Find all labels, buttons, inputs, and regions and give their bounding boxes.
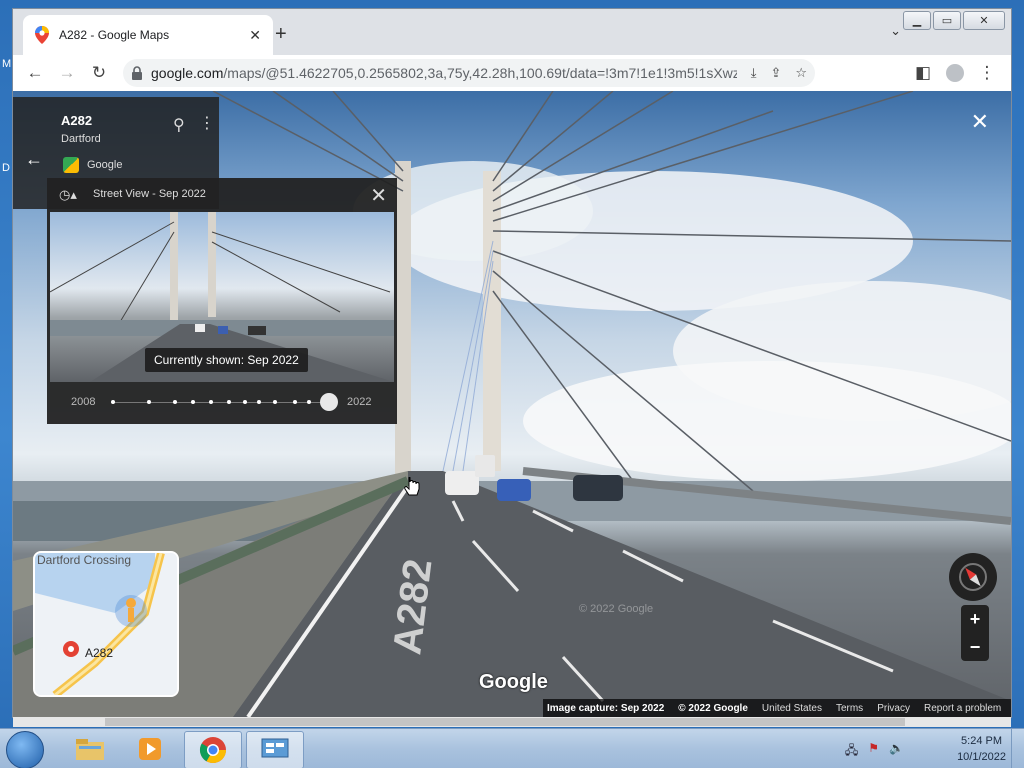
place-title: A282 (61, 113, 93, 128)
slider-start-year: 2008 (71, 396, 96, 408)
mini-map-title: Dartford Crossing (37, 553, 132, 567)
slider-tick[interactable] (273, 400, 277, 404)
slider-tick[interactable] (257, 400, 261, 404)
tab-close-icon[interactable]: ✕ (249, 27, 261, 44)
close-street-view-icon[interactable]: ✕ (971, 109, 989, 135)
google-watermark: Google (479, 671, 548, 693)
region-link[interactable]: United States (762, 703, 822, 714)
terms-link[interactable]: Terms (836, 703, 863, 714)
slider-tick[interactable] (147, 400, 151, 404)
volume-icon[interactable]: 🔈 (889, 741, 904, 762)
slider-tick[interactable] (243, 400, 247, 404)
clock[interactable]: 5:24 PM 10/1/2022 (957, 733, 1006, 765)
google-maps-logo-icon (63, 157, 79, 173)
year-slider[interactable]: 2008 2022 (47, 390, 397, 416)
action-center-flag-icon[interactable]: ⚑ (868, 741, 879, 762)
slider-knob[interactable] (320, 393, 338, 411)
time-machine-header: ◷▴ Street View - Sep 2022 ✕ (47, 178, 397, 212)
close-window-button[interactable]: ✕ (963, 11, 1005, 30)
slider-tick[interactable] (111, 400, 115, 404)
taskbar-explorer-icon[interactable] (62, 731, 118, 767)
provider-row[interactable]: Google (63, 157, 122, 173)
browser-toolbar: ← → ↻ google.com/maps/@51.4622705,0.2565… (13, 55, 1011, 91)
time-machine-thumbnail[interactable]: Currently shown: Sep 2022 (50, 212, 394, 382)
report-problem-link[interactable]: Report a problem (924, 703, 1001, 714)
slider-tick[interactable] (307, 400, 311, 404)
slider-end-year: 2022 (347, 396, 372, 408)
mini-map-label: A282 (85, 646, 114, 660)
place-subtitle: Dartford (61, 133, 101, 145)
horizontal-scrollbar[interactable] (13, 717, 1011, 727)
tab-title: A282 - Google Maps (59, 28, 170, 42)
time-machine-panel: ◷▴ Street View - Sep 2022 ✕ Currently sh… (47, 178, 397, 424)
tab-google-maps[interactable]: A282 - Google Maps ✕ (23, 15, 273, 55)
location-pin-icon[interactable]: ⚲ (173, 115, 185, 135)
clock-time: 5:24 PM (961, 735, 1003, 747)
taskbar-media-player-icon[interactable] (122, 731, 178, 767)
maximize-button[interactable]: ▭ (933, 11, 961, 30)
close-icon[interactable]: ✕ (370, 183, 387, 208)
bookmark-star-icon[interactable]: ☆ (795, 65, 807, 81)
back-arrow-icon[interactable]: ← (23, 61, 47, 85)
copyright-text: © 2022 Google (678, 702, 748, 714)
url-host: google.com (151, 65, 224, 81)
maps-pin-favicon-icon (35, 26, 49, 44)
image-capture-date: Image capture: Sep 2022 (547, 702, 665, 714)
network-icon[interactable]: 🖧 (845, 741, 858, 762)
minimize-button[interactable]: ▁ (903, 11, 931, 30)
tab-search-chevron-icon[interactable]: ⌄ (890, 23, 901, 39)
history-clock-icon[interactable]: ◷▴ (59, 187, 77, 203)
slider-tick[interactable] (209, 400, 213, 404)
attribution-bar: Image capture: Sep 2022 © 2022 Google Un… (543, 699, 1011, 717)
time-machine-title: Street View - Sep 2022 (93, 188, 206, 200)
privacy-link[interactable]: Privacy (877, 703, 910, 714)
hand-cursor-icon (404, 477, 420, 496)
browser-menu-icon[interactable]: ⋮ (975, 61, 999, 85)
slider-tick[interactable] (191, 400, 195, 404)
faint-watermark: © 2022 Google (579, 603, 654, 615)
slider-tick[interactable] (293, 400, 297, 404)
forward-arrow-icon[interactable]: → (55, 61, 79, 85)
scrollbar-thumb[interactable] (105, 718, 905, 726)
reload-icon[interactable]: ↻ (87, 61, 111, 85)
provider-name: Google (87, 159, 123, 171)
taskbar-chrome-icon[interactable] (184, 731, 242, 768)
zoom-in-button[interactable]: + (961, 605, 989, 633)
browser-window: A282 - Google Maps ✕ + ⌄ ▁ ▭ ✕ ← → ↻ goo… (12, 8, 1012, 727)
back-arrow-icon[interactable]: ← (25, 149, 43, 170)
tab-strip: A282 - Google Maps ✕ + ⌄ ▁ ▭ ✕ (13, 9, 1011, 55)
url-path: /maps/@51.4622705,0.2565802,3a,75y,42.28… (223, 65, 737, 81)
install-app-icon[interactable]: ⤓ (751, 65, 757, 81)
zoom-control: + − (961, 605, 989, 661)
compass-icon[interactable] (949, 553, 997, 601)
zoom-out-button[interactable]: − (961, 633, 989, 661)
street-view-canvas[interactable]: A282 ← A282 Dartford ⚲ ⋮ Google ◷▴ Stree… (13, 91, 1011, 717)
desktop-icon-label[interactable]: D (2, 162, 10, 174)
slider-tick[interactable] (227, 400, 231, 404)
slider-tick[interactable] (173, 400, 177, 404)
taskbar: 🖧 ⚑ 🔈 5:24 PM 10/1/2022 (0, 728, 1024, 768)
desktop-icon-label[interactable]: M (2, 58, 11, 70)
profile-avatar-icon[interactable] (943, 61, 967, 85)
more-vertical-icon[interactable]: ⋮ (199, 113, 215, 133)
start-button-windows-icon[interactable] (6, 731, 44, 768)
window-controls: ▁ ▭ ✕ (903, 11, 1005, 30)
mini-map[interactable]: Dartford Crossing A282 (33, 551, 179, 697)
currently-shown-tooltip: Currently shown: Sep 2022 (145, 348, 308, 372)
system-tray: 🖧 ⚑ 🔈 (845, 741, 904, 762)
lock-icon[interactable] (131, 66, 143, 80)
new-tab-plus-icon[interactable]: + (275, 23, 287, 46)
taskbar-control-panel-icon[interactable] (246, 731, 304, 768)
address-bar[interactable]: google.com/maps/@51.4622705,0.2565802,3a… (123, 59, 815, 87)
show-desktop-button[interactable] (1011, 729, 1024, 768)
url-text[interactable]: google.com/maps/@51.4622705,0.2565802,3a… (151, 65, 737, 81)
side-panel-icon[interactable]: ◧ (911, 61, 935, 85)
clock-date: 10/1/2022 (957, 751, 1006, 763)
share-icon[interactable]: ⇪ (770, 65, 781, 81)
